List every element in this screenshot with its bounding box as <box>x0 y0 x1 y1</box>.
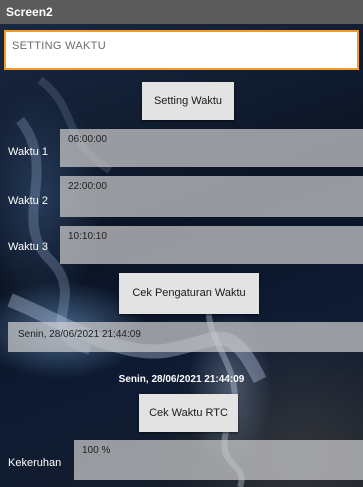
time-3-label: Waktu 3 <box>8 241 48 253</box>
time-2-field[interactable]: 22:00:00 <box>60 176 363 217</box>
time-1-field[interactable]: 06:00:00 <box>60 129 363 167</box>
turbidity-field[interactable]: 100 % <box>74 440 363 480</box>
header-text-field[interactable]: SETTING WAKTU <box>4 30 359 70</box>
datetime-field[interactable]: Senin, 28/06/2021 21:44:09 <box>8 322 363 352</box>
time-3-field[interactable]: 10:10:10 <box>60 226 363 264</box>
cek-waktu-rtc-button[interactable]: Cek Waktu RTC <box>139 394 238 432</box>
time-1-label: Waktu 1 <box>8 146 48 158</box>
cek-pengaturan-waktu-button[interactable]: Cek Pengaturan Waktu <box>119 273 259 314</box>
time-2-label: Waktu 2 <box>8 195 48 207</box>
turbidity-label: Kekeruhan <box>8 457 62 469</box>
app-title-bar: Screen2 <box>0 0 363 24</box>
rtc-datetime-label: Senin, 28/06/2021 21:44:09 <box>118 374 245 385</box>
setting-waktu-button[interactable]: Setting Waktu <box>142 82 234 120</box>
